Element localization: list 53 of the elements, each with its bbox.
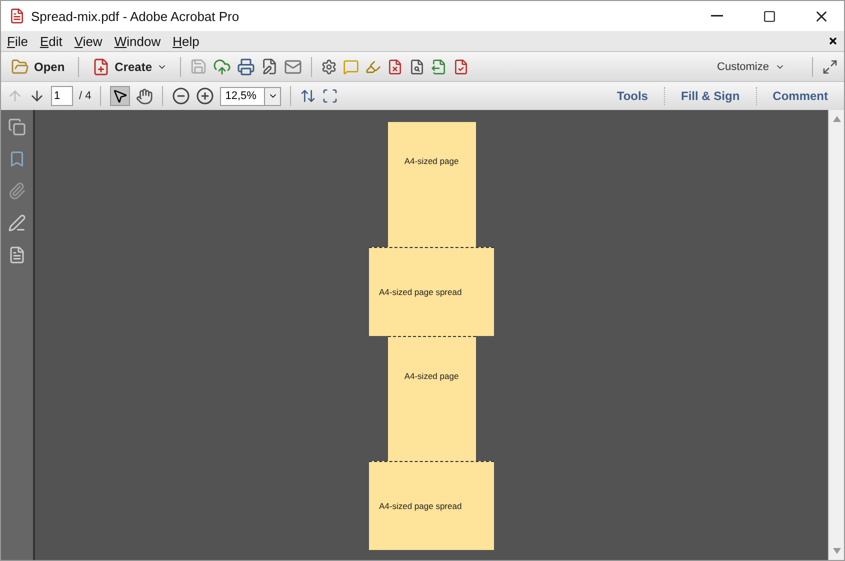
edit-document-icon[interactable] <box>261 58 278 75</box>
menu-item[interactable]: View <box>74 34 108 48</box>
menu-item[interactable]: Edit <box>40 34 68 48</box>
customize-button[interactable]: Customize <box>711 60 791 74</box>
page-number-field[interactable]: 1 <box>51 86 73 106</box>
menu-item[interactable]: Help <box>172 34 206 48</box>
select-tool-icon[interactable] <box>110 86 130 106</box>
page-label: A4-sized page spread <box>379 287 462 297</box>
page-count: / 4 <box>79 90 92 102</box>
comment-icon[interactable] <box>343 58 360 74</box>
document-icon[interactable] <box>8 246 26 264</box>
tool-tab[interactable]: Tools <box>606 89 658 103</box>
bookmark-icon[interactable] <box>8 150 26 168</box>
cloud-upload-icon[interactable] <box>213 58 232 76</box>
pages-icon[interactable] <box>8 118 26 136</box>
save-icon[interactable] <box>190 58 208 75</box>
file-edit-icon[interactable] <box>453 58 470 74</box>
scrollbar[interactable] <box>828 110 844 560</box>
pdf-file-icon <box>9 8 25 24</box>
file-search-icon[interactable] <box>409 58 426 74</box>
settings-icon[interactable] <box>321 58 338 74</box>
tool-tab[interactable]: Fill & Sign <box>670 89 750 103</box>
maximize-icon <box>762 10 776 22</box>
next-page-icon[interactable] <box>29 88 45 104</box>
create-button[interactable]: Create <box>88 56 172 78</box>
menu-item[interactable]: Window <box>114 34 167 48</box>
file-delete-icon[interactable] <box>387 58 404 74</box>
zoom-in-icon[interactable] <box>196 87 214 105</box>
zoom-out-icon[interactable] <box>172 87 190 105</box>
page-label: A4-sized page <box>404 371 459 383</box>
hand-icon[interactable] <box>136 88 154 104</box>
expand-icon[interactable] <box>822 58 838 74</box>
page-label: A4-sized page <box>404 156 459 168</box>
highlighter-icon[interactable] <box>365 58 382 74</box>
file-export-icon[interactable] <box>431 58 448 74</box>
scroll-down-icon[interactable] <box>832 548 840 554</box>
paperclip-icon[interactable] <box>8 182 26 200</box>
zoom-dropdown-button[interactable] <box>264 86 282 106</box>
folder-icon <box>11 58 29 76</box>
close-icon[interactable] <box>828 36 838 46</box>
minimize-icon <box>711 15 723 17</box>
file-plus-icon <box>92 58 110 76</box>
printer-icon[interactable] <box>237 58 256 76</box>
scroll-up-icon[interactable] <box>832 116 840 122</box>
menu-item[interactable]: File <box>7 34 34 48</box>
mail-icon[interactable] <box>284 58 302 76</box>
fit-page-icon[interactable] <box>322 88 338 104</box>
signature-icon[interactable] <box>8 214 26 232</box>
open-button[interactable]: Open <box>7 56 69 78</box>
page-label: A4-sized page spread <box>379 501 462 511</box>
zoom-field[interactable]: 12,5% <box>220 86 264 106</box>
tool-tab[interactable]: Comment <box>762 89 838 103</box>
window-title: Spread-mix.pdf - Adobe Acrobat Pro <box>31 8 240 24</box>
